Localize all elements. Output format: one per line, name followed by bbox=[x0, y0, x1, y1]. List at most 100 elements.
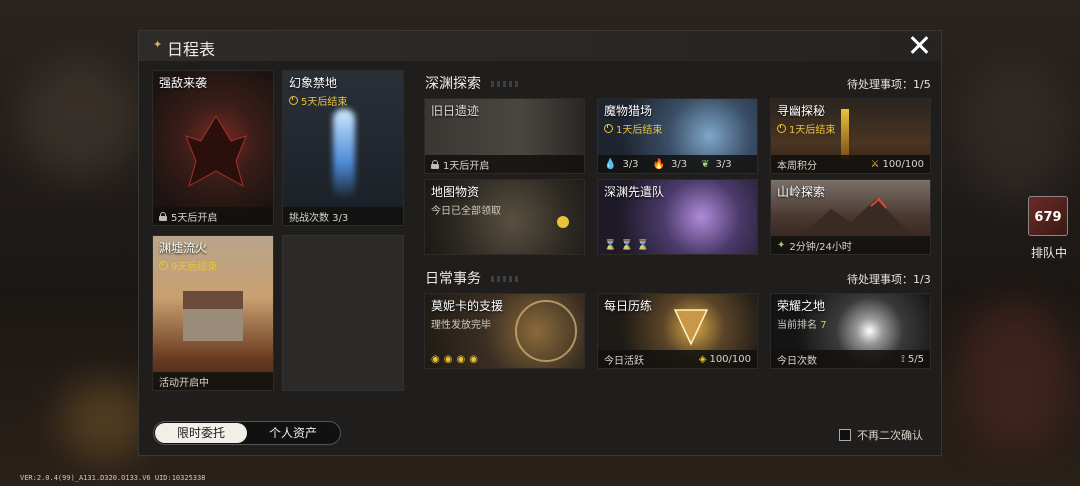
panel-header: ✦ 日程表 bbox=[139, 31, 941, 61]
hourglass-icon: ⌛ bbox=[620, 239, 633, 251]
card-xianqian[interactable]: 深渊先遣队 ⌛ ⌛ ⌛ bbox=[597, 179, 758, 255]
count-text: 3/3 bbox=[622, 158, 639, 170]
triangle-crystal-art bbox=[673, 309, 709, 346]
footer-text: 1天后开启 bbox=[443, 160, 490, 172]
rank-label: 当前排名 bbox=[777, 320, 817, 331]
card-name: 地图物资 bbox=[431, 185, 480, 199]
card-timer: 5天后结束 bbox=[289, 93, 347, 108]
card-monica[interactable]: 莫妮卡的支援 理性发放完毕 ◉ ◉ ◉ ◉ bbox=[424, 293, 585, 369]
card-timer: 9天后结束 bbox=[159, 258, 217, 273]
card-huanxiang[interactable]: 幻象禁地 5天后结束 挑战次数 3/3 bbox=[282, 70, 404, 226]
card-name: 幻象禁地 bbox=[289, 76, 338, 90]
card-footer: 5天后开启 bbox=[153, 207, 273, 225]
water-drop-icon: 💧 bbox=[604, 158, 617, 170]
lock-icon bbox=[159, 211, 167, 221]
card-xunyou[interactable]: 寻幽探秘 1天后结束 本周积分 ⚔ 100/100 bbox=[770, 98, 931, 174]
tab-assets[interactable]: 个人资产 bbox=[247, 423, 339, 443]
flame-icon: 🔥 bbox=[652, 158, 665, 170]
footer-text: 挑战次数 3/3 bbox=[289, 212, 349, 224]
crystal-light-art bbox=[333, 109, 355, 199]
clock-icon bbox=[777, 124, 786, 133]
queue-number: 679 bbox=[1034, 210, 1062, 225]
sparkle-icon: ✦ bbox=[153, 38, 163, 51]
hourglass-icon: ⌛ bbox=[636, 239, 650, 251]
card-timer: 1天后结束 bbox=[777, 121, 835, 136]
close-button[interactable] bbox=[907, 33, 931, 57]
queue-label: 排队中 bbox=[1030, 246, 1067, 260]
count-text: 3/3 bbox=[715, 158, 732, 170]
background-blur bbox=[960, 60, 1070, 200]
footer-value: 5/5 bbox=[907, 353, 924, 365]
card-footer: 挑战次数 3/3 bbox=[283, 207, 403, 225]
footer-text: 5天后开启 bbox=[171, 212, 218, 224]
card-name: 强敌来袭 bbox=[159, 76, 208, 90]
background-blur bbox=[60, 380, 150, 460]
card-name: 莫妮卡的支援 bbox=[431, 299, 504, 313]
card-mowu[interactable]: 魔物猎场 1天后结束 💧 3/3 🔥 3/3 ❦ 3/3 bbox=[597, 98, 758, 174]
section-decoration bbox=[491, 276, 521, 282]
card-footer: ⌛ ⌛ ⌛ bbox=[598, 236, 757, 254]
plus-icon: ✦ bbox=[777, 239, 786, 251]
reward-icon: ◉ bbox=[456, 353, 466, 365]
abyss-pending: 待处理事项：1/5 bbox=[847, 78, 931, 91]
reward-icon bbox=[557, 216, 569, 228]
card-jiuri[interactable]: 旧日遗迹 1天后开启 bbox=[424, 98, 585, 174]
background-blur bbox=[20, 60, 140, 180]
card-name: 深渊先遣队 bbox=[604, 185, 665, 199]
panel-title: 日程表 bbox=[167, 40, 216, 59]
card-subtext: 理性发放完毕 bbox=[431, 320, 491, 331]
trident-icon: ⟟ bbox=[901, 353, 905, 365]
checkbox-box[interactable] bbox=[839, 429, 851, 441]
footer-label: 今日次数 bbox=[777, 355, 817, 367]
village-art bbox=[183, 291, 243, 341]
card-footer: 💧 3/3 🔥 3/3 ❦ 3/3 bbox=[598, 155, 757, 173]
lock-icon bbox=[431, 159, 439, 169]
card-footer: ◉ ◉ ◉ ◉ bbox=[425, 350, 584, 368]
timer-text: 1天后结束 bbox=[789, 125, 836, 136]
version-text: VER:2.0.4(99)_A131.D320.O133.V6 UID:1032… bbox=[20, 474, 206, 482]
card-empty-slot bbox=[282, 235, 404, 391]
tab-limited[interactable]: 限时委托 bbox=[155, 423, 247, 443]
card-subtext: 当前排名 7 bbox=[777, 316, 827, 331]
queue-widget[interactable]: 679 排队中 bbox=[1024, 196, 1074, 264]
tab-switcher: 限时委托 个人资产 bbox=[153, 421, 341, 445]
leaf-icon: ❦ bbox=[701, 158, 710, 170]
card-ditu[interactable]: 地图物资 今日已全部领取 bbox=[424, 179, 585, 255]
section-title-abyss: 深渊探索 bbox=[425, 76, 481, 92]
card-name: 寻幽探秘 bbox=[777, 104, 826, 118]
card-subtext: 今日已全部领取 bbox=[431, 206, 501, 217]
clock-icon bbox=[289, 96, 298, 105]
card-rongyao[interactable]: 荣耀之地 当前排名 7 今日次数 ⟟ 5/5 bbox=[770, 293, 931, 369]
card-footer: 今日次数 ⟟ 5/5 bbox=[771, 350, 930, 368]
count-text: 3/3 bbox=[671, 158, 688, 170]
activity-icon: ◈ bbox=[698, 353, 707, 365]
card-footer: ✦ 2分钟/24小时 bbox=[771, 236, 930, 254]
checkbox-label: 不再二次确认 bbox=[857, 429, 923, 442]
card-yuanxu[interactable]: 渊墟流火 9天后结束 活动开启中 bbox=[152, 235, 274, 391]
no-confirm-checkbox[interactable]: 不再二次确认 bbox=[839, 427, 923, 443]
card-name: 魔物猎场 bbox=[604, 104, 653, 118]
background-blur bbox=[960, 300, 1070, 450]
schedule-panel: ✦ 日程表 强敌来袭 5天后开启 幻象禁地 5天后结束 挑战次数 3/3 渊墟流… bbox=[138, 30, 942, 456]
card-shanling[interactable]: 山岭探索 ✦ 2分钟/24小时 bbox=[770, 179, 931, 255]
reward-icon: ◉ bbox=[431, 353, 440, 365]
footer-value: 100/100 bbox=[882, 158, 924, 170]
footer-label: 本周积分 bbox=[777, 160, 817, 172]
tower-art bbox=[841, 109, 849, 159]
footer-text: 2分钟/24小时 bbox=[789, 241, 852, 253]
card-footer: 1天后开启 bbox=[425, 155, 584, 173]
card-meiri[interactable]: 每日历练 今日活跃 ◈ 100/100 bbox=[597, 293, 758, 369]
card-name: 每日历练 bbox=[604, 299, 653, 313]
card-name: 山岭探索 bbox=[777, 185, 826, 199]
timer-text: 9天后结束 bbox=[171, 262, 218, 273]
monster-art bbox=[185, 115, 247, 188]
card-qiangdi[interactable]: 强敌来袭 5天后开启 bbox=[152, 70, 274, 226]
card-timer: 1天后结束 bbox=[604, 121, 662, 136]
crossed-swords-icon: ⚔ bbox=[870, 158, 880, 170]
timer-text: 1天后结束 bbox=[616, 125, 663, 136]
reward-icon: ◉ bbox=[443, 353, 453, 365]
rank-value: 7 bbox=[820, 320, 827, 331]
card-footer: 今日活跃 ◈ 100/100 bbox=[598, 350, 757, 368]
card-name: 旧日遗迹 bbox=[431, 104, 480, 118]
section-decoration bbox=[491, 81, 521, 87]
